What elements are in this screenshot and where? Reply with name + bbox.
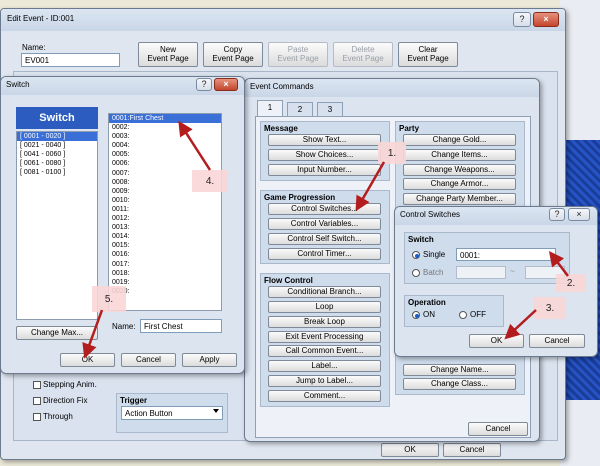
arrow-3 xyxy=(504,309,537,340)
arrow-2 xyxy=(548,251,569,277)
arrow-5 xyxy=(82,309,104,359)
arrow-4 xyxy=(178,120,212,171)
arrow-1 xyxy=(355,161,386,212)
annotation-arrows xyxy=(82,120,569,359)
